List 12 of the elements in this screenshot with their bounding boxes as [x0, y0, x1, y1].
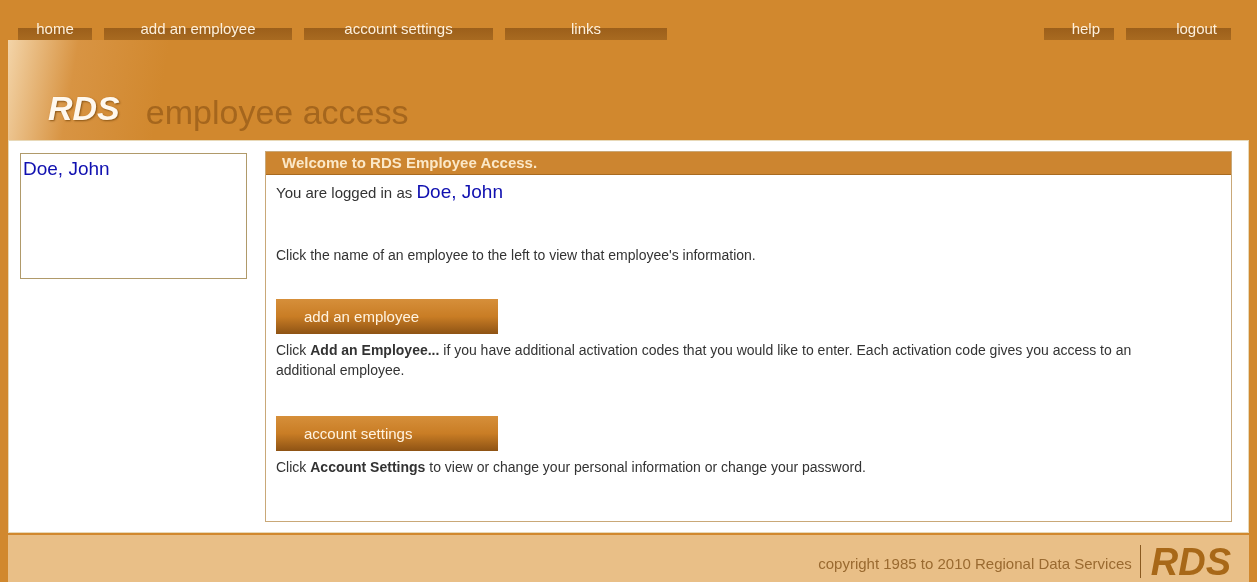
panel-header: Welcome to RDS Employee Access.	[266, 152, 1231, 175]
employee-link[interactable]: Doe, John	[23, 158, 244, 180]
logo: RDS	[47, 89, 120, 128]
footer-logo: RDS	[1150, 541, 1231, 582]
copyright-text: copyright 1985 to 2010 Regional Data Services	[818, 545, 1141, 578]
logged-in-label: You are logged in as	[276, 184, 414, 201]
action-description: Click Account Settings to view or change your personal information or change your password.	[276, 458, 867, 477]
instructions-text: Click the name of an employee to the left to view that employee's information.	[276, 247, 757, 263]
action-button[interactable]: account settings	[276, 416, 498, 451]
action-button[interactable]: add an employee	[276, 299, 498, 334]
action-description: Click Add an Employee... if you have additional activation codes that you would like to enter. Each activation code gives you access to an additional employee.	[276, 341, 1133, 380]
user-name: Doe, John	[416, 181, 503, 202]
